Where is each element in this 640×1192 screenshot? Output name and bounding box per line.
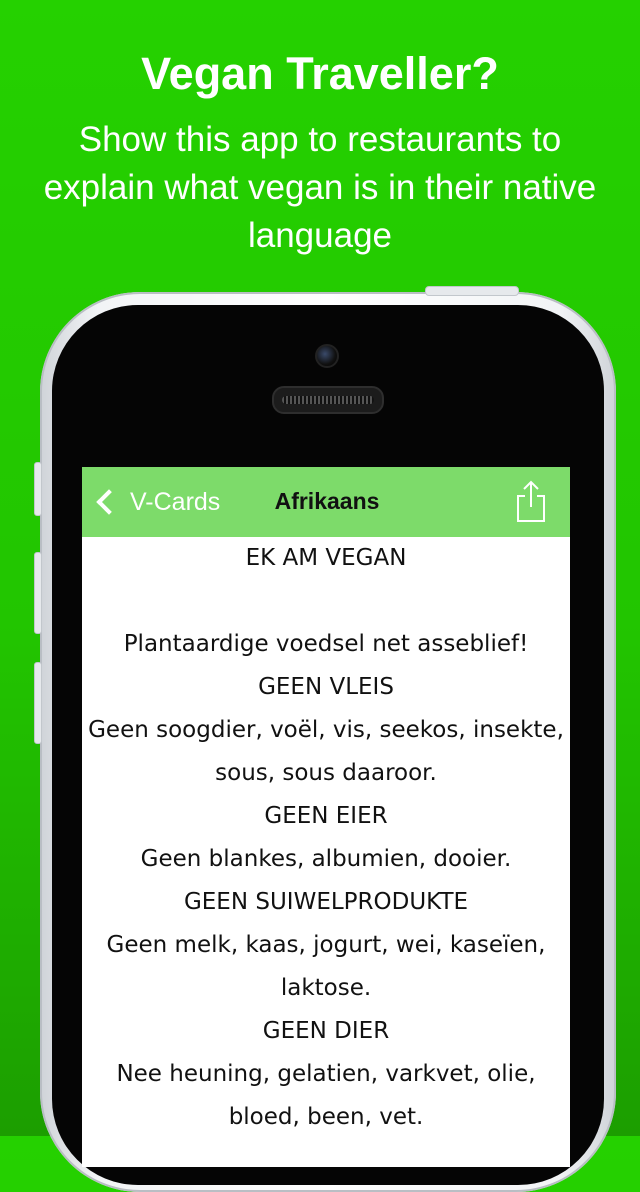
chevron-left-icon <box>96 489 122 515</box>
speaker-grille <box>282 396 374 404</box>
card-line: Geen melk, kaas, jogurt, wei, kaseïen, l… <box>106 932 546 1001</box>
navigation-bar: V-Cards Afrikaans <box>82 467 570 537</box>
phone-volume-up-button <box>34 552 42 634</box>
promo-subline: Show this app to restaurants to explain … <box>43 120 597 255</box>
card-section-heading: GEEN VLEIS <box>258 674 394 700</box>
share-icon <box>517 480 545 522</box>
phone-mute-switch <box>34 462 42 516</box>
card-line: Plantaardige voedsel net asseblief! <box>123 631 529 657</box>
earpiece-speaker <box>272 386 384 414</box>
front-camera <box>315 344 339 368</box>
phone-screen: V-Cards Afrikaans EK AM VEGAN Plantaardi… <box>82 467 570 1167</box>
back-button-label: V-Cards <box>130 487 221 516</box>
promo-headline: Vegan Traveller? <box>141 48 499 99</box>
card-heading: EK AM VEGAN <box>245 545 407 571</box>
card-line: Geen soogdier, voël, vis, seekos, insekt… <box>88 717 564 786</box>
page-title: Afrikaans <box>274 488 380 514</box>
vegan-card: EK AM VEGAN Plantaardige voedsel net ass… <box>82 537 570 1139</box>
card-line: Nee heuning, gelatien, varkvet, olie, bl… <box>116 1061 536 1130</box>
phone-power-button <box>425 286 519 296</box>
card-section-heading: GEEN DIER <box>262 1018 390 1044</box>
share-button[interactable] <box>514 479 548 523</box>
back-button[interactable]: V-Cards <box>92 484 220 520</box>
card-line: Geen blankes, albumien, dooier. <box>140 846 512 872</box>
phone-volume-down-button <box>34 662 42 744</box>
card-section-heading: GEEN SUIWELPRODUKTE <box>183 889 469 915</box>
card-section-heading: GEEN EIER <box>264 803 388 829</box>
